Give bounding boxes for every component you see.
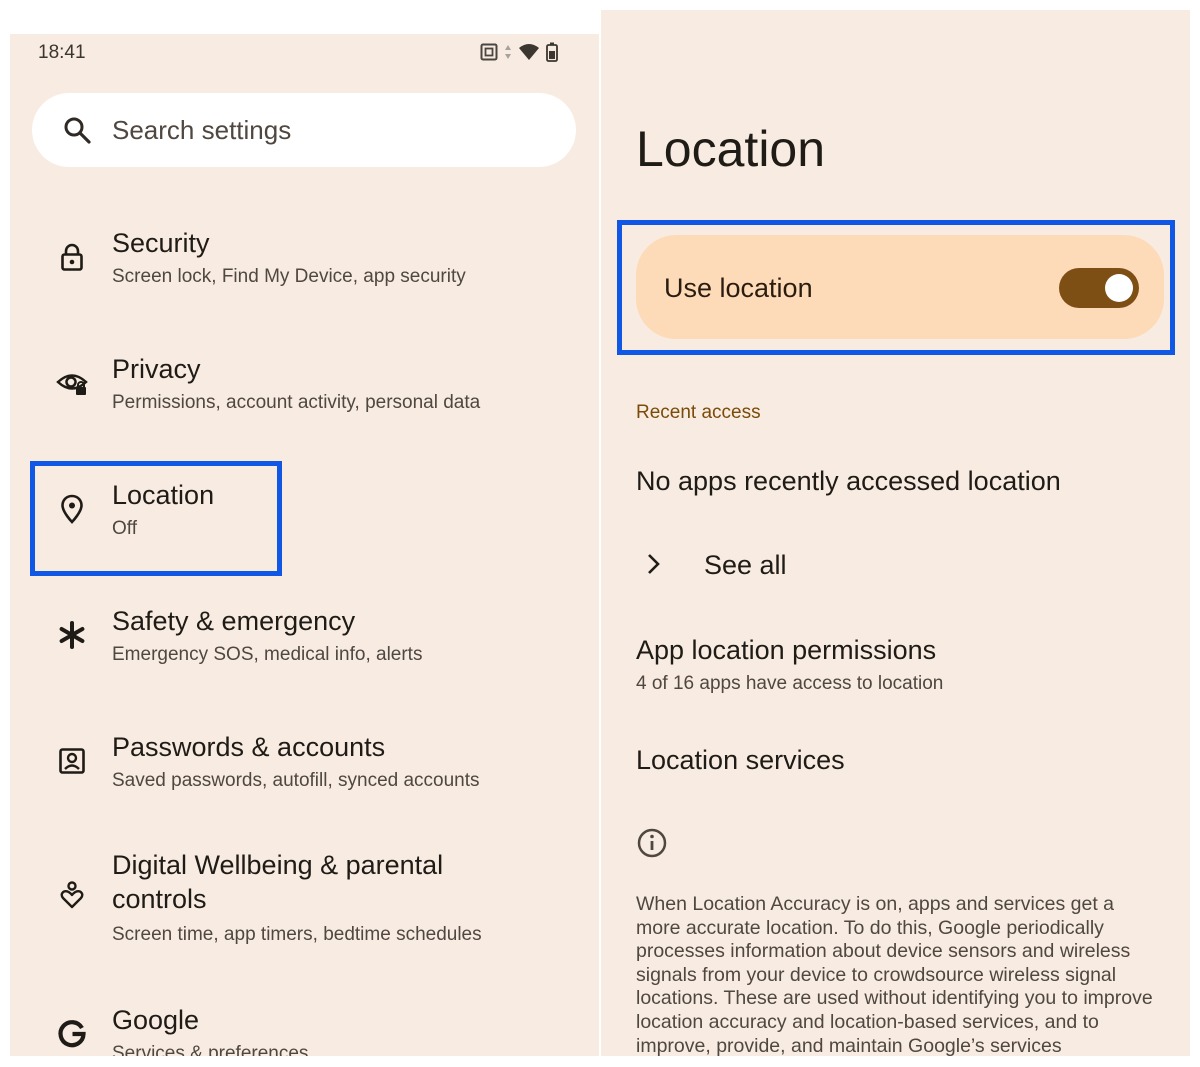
- app-permissions-subtitle: 4 of 16 apps have access to location: [636, 673, 944, 694]
- settings-item-subtitle: Screen time, app timers, bedtime schedul…: [112, 924, 482, 945]
- search-placeholder: Search settings: [112, 114, 292, 145]
- account-box-icon: [59, 748, 85, 774]
- data-arrows-icon: [505, 45, 511, 59]
- location-screen: Location Use location Recent access No a…: [601, 10, 1190, 1056]
- see-all-row[interactable]: See all: [601, 535, 1190, 595]
- settings-item-passwords[interactable]: Passwords & accounts Saved passwords, au…: [10, 728, 599, 808]
- settings-item-privacy[interactable]: Privacy Permissions, account activity, p…: [10, 350, 599, 430]
- settings-item-subtitle: Screen lock, Find My Device, app securit…: [112, 266, 466, 287]
- app-permissions-title: App location permissions: [636, 635, 937, 665]
- app-location-permissions-item[interactable]: App location permissions 4 of 16 apps ha…: [601, 625, 1190, 715]
- see-all-label: See all: [704, 550, 787, 580]
- recent-access-header: Recent access: [636, 402, 761, 423]
- settings-item-title-line2: controls: [112, 884, 207, 914]
- settings-item-title: Passwords & accounts: [112, 732, 386, 762]
- use-location-highlight-box: [617, 220, 1175, 355]
- search-icon: [64, 117, 91, 144]
- settings-item-security[interactable]: Security Screen lock, Find My Device, ap…: [10, 224, 599, 304]
- settings-item-google[interactable]: Google Services & preferences: [10, 1001, 599, 1056]
- settings-screen: 18:41 Search settings Security Screen lo…: [10, 34, 599, 1056]
- wellbeing-icon: [60, 881, 84, 909]
- status-time: 18:41: [38, 42, 86, 63]
- settings-item-title-line1: Digital Wellbeing & parental: [112, 850, 444, 880]
- search-bar[interactable]: Search settings: [32, 93, 576, 167]
- settings-item-subtitle: Services & preferences: [112, 1043, 309, 1056]
- location-services-item[interactable]: Location services: [601, 735, 1190, 795]
- settings-item-safety[interactable]: Safety & emergency Emergency SOS, medica…: [10, 602, 599, 682]
- chevron-right-icon: [648, 554, 660, 574]
- settings-item-subtitle: Permissions, account activity, personal …: [112, 392, 481, 413]
- settings-item-title: Security: [112, 228, 210, 258]
- settings-item-title: Safety & emergency: [112, 606, 356, 636]
- location-accuracy-info: When Location Accuracy is on, apps and s…: [636, 893, 1153, 1056]
- page-title: Location: [636, 121, 826, 177]
- settings-item-subtitle: Emergency SOS, medical info, alerts: [112, 644, 423, 665]
- asterisk-icon: [59, 621, 85, 649]
- battery-icon: [546, 42, 558, 62]
- no-recent-access-text: No apps recently accessed location: [636, 466, 1061, 496]
- settings-item-title: Google: [112, 1005, 200, 1035]
- settings-item-digital-wellbeing[interactable]: Digital Wellbeing & parental controls Sc…: [10, 834, 599, 954]
- location-highlight-box: [30, 461, 282, 576]
- wifi-icon: [519, 44, 539, 60]
- lock-icon: [61, 243, 83, 271]
- location-services-label: Location services: [636, 745, 845, 775]
- privacy-eye-icon: [56, 374, 88, 395]
- nfc-icon: [480, 43, 498, 61]
- settings-item-subtitle: Saved passwords, autofill, synced accoun…: [112, 770, 480, 791]
- settings-item-title: Privacy: [112, 354, 201, 384]
- google-g-icon: [58, 1020, 86, 1048]
- info-icon: [637, 828, 667, 858]
- status-icons: [480, 42, 558, 62]
